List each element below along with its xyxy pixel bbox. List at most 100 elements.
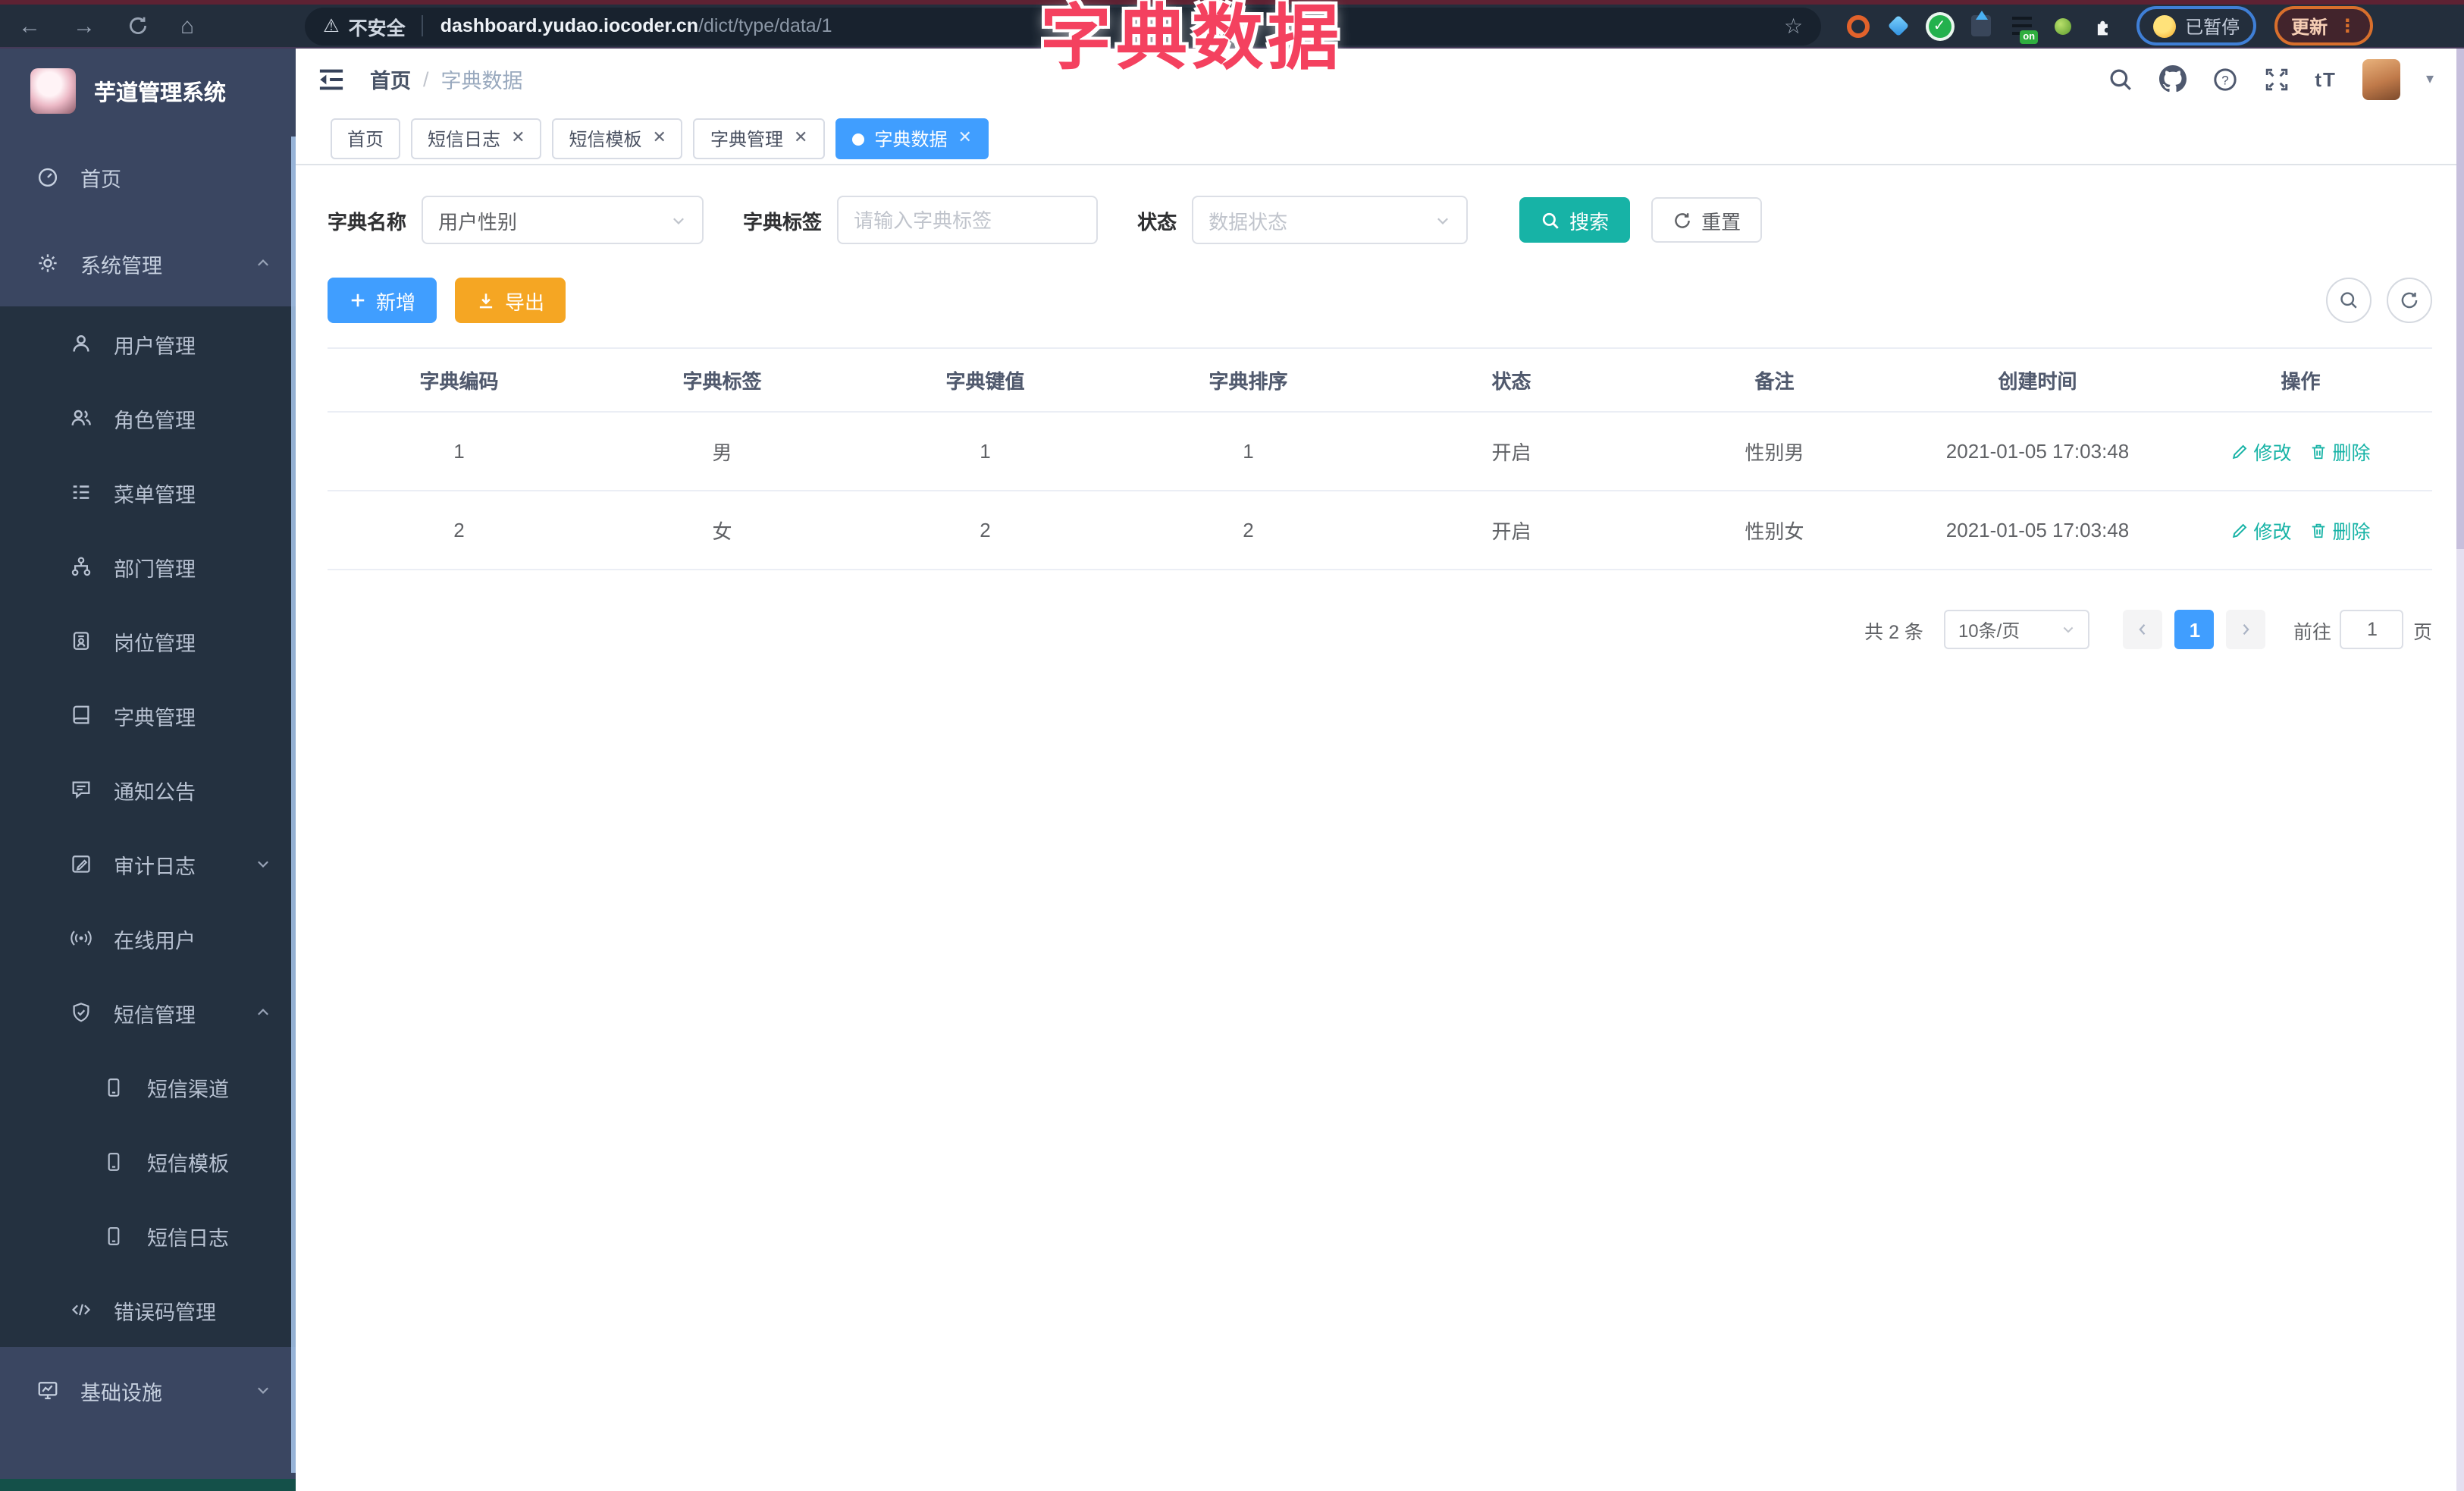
page-size-value: 10条/页	[1958, 620, 2020, 641]
search-icon[interactable]	[2107, 66, 2133, 92]
paused-label: 已暂停	[2185, 16, 2240, 37]
extension-check-icon[interactable]: ✓	[1927, 14, 1951, 38]
breadcrumb-home[interactable]: 首页	[370, 64, 411, 94]
phone-icon	[100, 1150, 127, 1172]
gear-icon	[33, 252, 61, 275]
sidebar-item-dict-mgmt[interactable]: 字典管理	[0, 678, 296, 752]
browser-forward-icon[interactable]: →	[73, 13, 96, 39]
sidebar-item-dept-mgmt[interactable]: 部门管理	[0, 529, 296, 604]
sidebar-toggle-icon[interactable]	[317, 66, 346, 92]
github-icon[interactable]	[2158, 65, 2187, 93]
browser-update-button[interactable]: 更新 ⋮	[2274, 6, 2374, 46]
row-edit-link[interactable]: 修改	[2230, 516, 2292, 545]
row-edit-link[interactable]: 修改	[2230, 437, 2292, 466]
goto-page-input[interactable]	[2340, 610, 2404, 649]
close-icon[interactable]: ✕	[958, 130, 971, 147]
close-icon[interactable]: ✕	[653, 130, 666, 147]
tabs-bar: 首页 短信日志 ✕ 短信模板 ✕ 字典管理 ✕ 字典数据 ✕	[296, 109, 2464, 165]
font-size-icon[interactable]: tT	[2315, 67, 2337, 90]
browser-reload-icon[interactable]	[127, 15, 149, 36]
user-avatar[interactable]	[2362, 58, 2400, 99]
goto-unit: 页	[2412, 621, 2432, 642]
audit-log-icon	[67, 852, 94, 875]
cell-remark: 性别男	[1745, 441, 1804, 464]
cell-label: 男	[712, 441, 732, 464]
sidebar-item-role-mgmt[interactable]: 角色管理	[0, 381, 296, 455]
extension-on-icon[interactable]: on	[2009, 14, 2039, 44]
prev-page-button[interactable]	[2123, 610, 2163, 649]
browser-back-icon[interactable]: ←	[18, 13, 41, 39]
page-number-button[interactable]: 1	[2174, 610, 2215, 649]
window-scrollbar[interactable]	[2456, 49, 2464, 1491]
add-button[interactable]: 新增	[328, 278, 437, 323]
main-area: 首页 / 字典数据 ? tT ▾ 首页 短信日志 ✕ 短信模板 ✕ 字典管理 ✕…	[296, 49, 2464, 1491]
col-header-status: 状态	[1491, 370, 1531, 393]
tab-dict-mgmt[interactable]: 字典管理 ✕	[693, 118, 825, 159]
help-icon[interactable]: ?	[2212, 66, 2237, 92]
sidebar-item-home[interactable]: 首页	[0, 133, 296, 220]
online-users-icon	[67, 927, 94, 950]
row-delete-link[interactable]: 删除	[2310, 437, 2371, 466]
screenshot-root: ← → ⌂ ⚠ 不安全 dashboard.yudao.iocoder.cn /…	[0, 0, 2464, 1491]
row-delete-link[interactable]: 删除	[2310, 516, 2371, 545]
status-select[interactable]: 数据状态	[1192, 196, 1469, 244]
sidebar-item-label: 短信管理	[114, 1003, 196, 1026]
extension-gem-icon[interactable]	[1886, 14, 1911, 38]
sidebar-item-sms-template[interactable]: 短信模板	[0, 1124, 296, 1198]
sidebar-item-menu-mgmt[interactable]: 菜单管理	[0, 455, 296, 529]
reset-button[interactable]: 重置	[1651, 197, 1763, 243]
tab-home[interactable]: 首页	[331, 118, 401, 159]
sidebar-bottom-strip	[0, 1479, 296, 1491]
sidebar-item-audit-log[interactable]: 审计日志	[0, 827, 296, 901]
dict-data-table: 字典编码 字典标签 字典键值 字典排序 状态 备注 创建时间 操作 1 男 1 …	[328, 347, 2432, 570]
extension-puzzle-icon[interactable]	[2091, 14, 2115, 38]
page-size-select[interactable]: 10条/页	[1944, 610, 2090, 649]
next-page-button[interactable]	[2226, 610, 2266, 649]
dict-name-value: 用户性别	[438, 210, 518, 233]
close-icon[interactable]: ✕	[511, 130, 525, 147]
cell-code: 1	[453, 440, 465, 463]
sidebar-item-system[interactable]: 系统管理	[0, 220, 296, 306]
bookmark-star-icon[interactable]: ☆	[1784, 13, 1803, 39]
dict-tag-label: 字典标签	[743, 210, 823, 233]
scrollbar-thumb[interactable]	[2456, 49, 2464, 549]
profile-paused-badge[interactable]: 已暂停	[2136, 6, 2257, 46]
sidebar-item-online-users[interactable]: 在线用户	[0, 901, 296, 975]
chevron-down-icon	[255, 1382, 271, 1398]
tab-sms-template[interactable]: 短信模板 ✕	[552, 118, 683, 159]
dict-tag-input[interactable]	[837, 196, 1099, 244]
tab-sms-log[interactable]: 短信日志 ✕	[411, 118, 542, 159]
toolbar-right	[2326, 278, 2432, 323]
browser-home-icon[interactable]: ⌂	[180, 13, 194, 39]
sidebar-item-infrastructure[interactable]: 基础设施	[0, 1347, 296, 1433]
org-tree-icon	[67, 555, 94, 578]
sidebar-item-error-code[interactable]: 错误码管理	[0, 1273, 296, 1347]
export-button[interactable]: 导出	[455, 278, 566, 323]
chevron-down-icon[interactable]: ▾	[2426, 71, 2434, 87]
app-logo[interactable]: 芋道管理系统	[0, 49, 296, 133]
browser-extensions: ✓ on	[1845, 11, 2115, 44]
close-icon[interactable]: ✕	[794, 130, 807, 147]
search-button[interactable]: 搜索	[1519, 197, 1631, 243]
toggle-search-button[interactable]	[2326, 278, 2372, 323]
sidebar-item-sms-mgmt[interactable]: 短信管理	[0, 975, 296, 1050]
dict-name-select[interactable]: 用户性别	[422, 196, 704, 244]
sidebar-item-user-mgmt[interactable]: 用户管理	[0, 306, 296, 381]
phone-icon	[100, 1225, 127, 1246]
sidebar-item-post-mgmt[interactable]: 岗位管理	[0, 604, 296, 678]
sidebar-item-notice[interactable]: 通知公告	[0, 752, 296, 827]
fullscreen-icon[interactable]	[2263, 66, 2289, 92]
sidebar-item-sms-channel[interactable]: 短信渠道	[0, 1050, 296, 1124]
extension-orange-icon[interactable]	[1845, 14, 1870, 38]
extension-green-icon[interactable]	[2050, 14, 2074, 38]
status-placeholder: 数据状态	[1208, 210, 1288, 233]
extension-list-icon[interactable]	[1968, 11, 1992, 38]
refresh-button[interactable]	[2387, 278, 2432, 323]
browser-menu-icon[interactable]: ⋮	[2338, 15, 2356, 36]
col-header-created: 创建时间	[1998, 370, 2077, 393]
insecure-warning-icon: ⚠	[323, 15, 340, 36]
sidebar-item-sms-log[interactable]: 短信日志	[0, 1198, 296, 1273]
id-badge-icon	[67, 629, 94, 652]
tab-dict-data[interactable]: 字典数据 ✕	[835, 118, 989, 159]
goto-label: 前往	[2293, 621, 2331, 642]
